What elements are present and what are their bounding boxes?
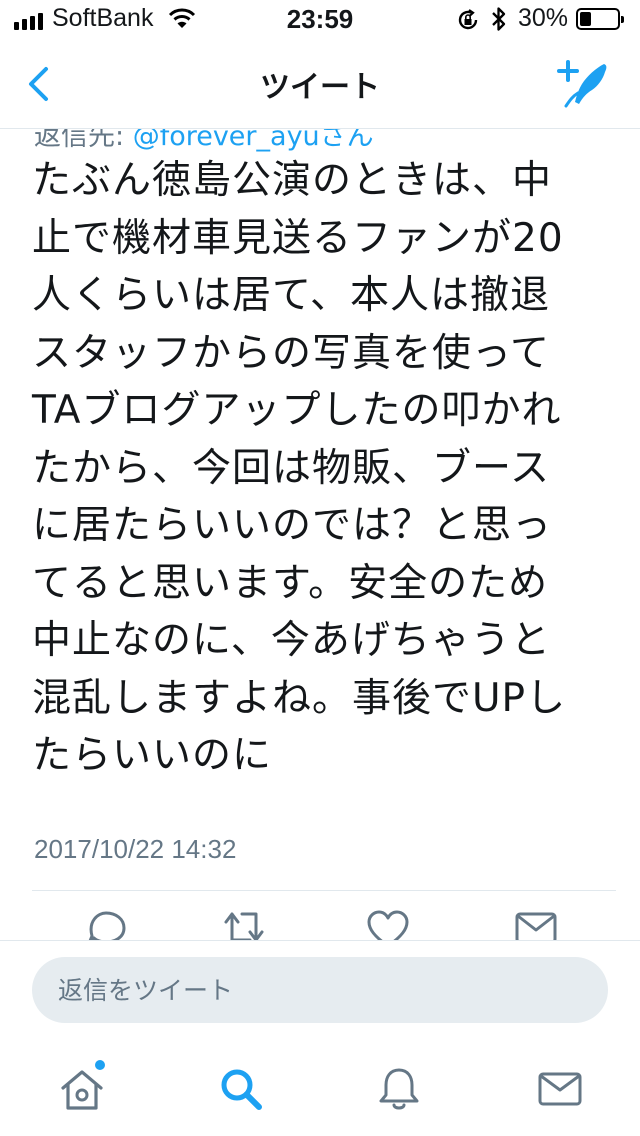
tab-bar	[0, 1042, 640, 1136]
bluetooth-icon	[492, 7, 506, 31]
divider	[32, 890, 616, 891]
reply-input[interactable]	[32, 957, 608, 1023]
tweet-text-line: 中止なのに、今あげちゃうと	[32, 618, 551, 663]
tweet-timestamp: 2017/10/22 14:32	[34, 834, 237, 864]
tweet-text-line: に居たらいいのでは？と思っ	[32, 503, 553, 548]
battery-icon	[576, 8, 624, 30]
tweet-detail: 返信先: @forever_ayuさん たぶん徳島公演のときは、中 止で機材車見…	[0, 128, 640, 940]
tweet-text-line: 人くらいは居て、本人は撤退	[32, 273, 551, 318]
compose-tweet-button[interactable]	[554, 58, 614, 110]
direct-message-button[interactable]	[512, 906, 560, 940]
tweet-text-line: てると思います。安全のため	[32, 560, 549, 606]
reply-button[interactable]	[82, 906, 130, 940]
tweet-text-line: 混乱しますよね。事後でUPし	[32, 675, 567, 721]
tweet-text: たぶん徳島公演のときは、中 止で機材車見送るファンが20 人くらいは居て、本人は…	[32, 152, 592, 785]
envelope-icon	[538, 1072, 582, 1106]
status-bar: SoftBank 23:59 30%	[0, 0, 640, 40]
battery-percentage: 30%	[518, 4, 569, 32]
reply-to-line: 返信先: @forever_ayuさん	[34, 128, 374, 153]
tab-home[interactable]	[57, 1058, 107, 1114]
bell-icon	[379, 1068, 419, 1110]
tweet-text-line: たぶん徳島公演のときは、中	[32, 158, 553, 203]
tweet-text-line: たらいいのに	[32, 733, 273, 778]
tab-messages[interactable]	[535, 1064, 585, 1114]
tab-notifications[interactable]	[374, 1064, 424, 1114]
tweet-text-line: 止で機材車見送るファンが20	[32, 215, 564, 261]
tweet-text-line: TAブログアップしたの叩かれ	[32, 388, 562, 433]
retweet-icon	[224, 912, 264, 940]
compose-tweet-icon	[557, 60, 607, 108]
reply-to-label: 返信先:	[34, 128, 133, 152]
tweet-text-line: たから、今回は物販、ブース	[32, 445, 551, 491]
search-icon	[221, 1069, 262, 1110]
envelope-icon	[515, 912, 557, 940]
tweet-detail-screen: SoftBank 23:59 30% ツイート 返信先: @forever_ay…	[0, 0, 640, 1136]
retweet-button[interactable]	[220, 906, 268, 940]
heart-icon	[367, 910, 409, 940]
new-content-dot	[93, 1058, 107, 1072]
tab-search[interactable]	[216, 1064, 266, 1114]
navigation-bar: ツイート	[0, 40, 640, 129]
tweet-text-line: スタッフからの写真を使って	[32, 330, 551, 376]
reply-composer-bar	[0, 940, 640, 1043]
reply-icon	[88, 911, 126, 940]
rotation-lock-icon	[458, 9, 478, 30]
reply-to-handle-link[interactable]: @forever_ayuさん	[133, 128, 374, 152]
page-title: ツイート	[260, 70, 380, 105]
tweet-actions	[0, 906, 640, 940]
like-button[interactable]	[364, 906, 412, 940]
